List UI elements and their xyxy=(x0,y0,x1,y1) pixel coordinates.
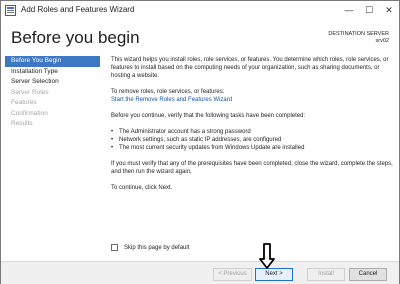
server-manager-icon xyxy=(5,5,16,16)
close-button[interactable]: ✕ xyxy=(379,1,399,19)
wizard-footer: < Previous Next > Install Cancel xyxy=(1,261,399,284)
wizard-step-nav: Before You Begin Installation Type Serve… xyxy=(1,56,104,130)
nav-item-installation-type[interactable]: Installation Type xyxy=(1,67,104,78)
nav-item-before-you-begin[interactable]: Before You Begin xyxy=(5,56,100,67)
bullet-icon: • xyxy=(111,129,114,135)
previous-button: < Previous xyxy=(213,268,252,281)
title-bar[interactable]: Add Roles and Features Wizard — ☐ ✕ xyxy=(1,1,399,21)
continue-note: To continue, click Next. xyxy=(111,185,173,191)
minimize-button[interactable]: — xyxy=(339,1,359,19)
cancel-button[interactable]: Cancel xyxy=(349,268,387,281)
maximize-button[interactable]: ☐ xyxy=(359,1,379,19)
destination-server-info: DESTINATION SERVER srv02 xyxy=(328,31,389,45)
destination-label: DESTINATION SERVER xyxy=(328,31,389,37)
prerequisite-note: If you must verify that any of the prere… xyxy=(111,161,393,175)
remove-section: To remove roles, role services, or featu… xyxy=(111,88,393,104)
skip-page-checkbox[interactable] xyxy=(111,244,118,251)
bullet-icon: • xyxy=(111,145,114,151)
list-item: • The most current security updates from … xyxy=(111,145,305,151)
install-button: Install xyxy=(307,268,345,281)
bullet-icon: • xyxy=(111,137,114,143)
nav-item-confirmation: Confirmation xyxy=(11,109,48,117)
list-item: • Network settings, such as static IP add… xyxy=(111,137,282,143)
wizard-window: Add Roles and Features Wizard — ☐ ✕ Befo… xyxy=(0,0,400,284)
skip-page-option[interactable]: Skip this page by default xyxy=(111,244,189,251)
nav-item-features: Features xyxy=(11,99,37,106)
page-title: Before you begin xyxy=(11,28,140,47)
down-arrow-icon xyxy=(259,243,275,269)
nav-item-server-selection[interactable]: Server Selection xyxy=(1,77,104,88)
list-item: • The Administrator account has a strong … xyxy=(111,129,251,135)
intro-text: This wizard helps you install roles, rol… xyxy=(111,57,389,79)
next-button[interactable]: Next > xyxy=(255,268,293,281)
verify-prompt: Before you continue, verify that the fol… xyxy=(111,113,306,119)
prerequisite-list: • The Administrator account has a strong … xyxy=(111,128,393,152)
nav-item-server-roles: Server Roles xyxy=(11,88,49,96)
wizard-header: Before you begin DESTINATION SERVER srv0… xyxy=(1,21,399,51)
remove-roles-wizard-link[interactable]: Start the Remove Roles and Features Wiza… xyxy=(111,96,393,104)
destination-server-name: srv02 xyxy=(375,38,389,44)
window-title: Add Roles and Features Wizard xyxy=(21,5,135,14)
skip-page-label: Skip this page by default xyxy=(124,244,190,251)
wizard-content: This wizard helps you install roles, rol… xyxy=(111,56,393,200)
nav-item-results: Results xyxy=(11,120,33,127)
remove-prompt: To remove roles, role services, or featu… xyxy=(111,89,225,95)
